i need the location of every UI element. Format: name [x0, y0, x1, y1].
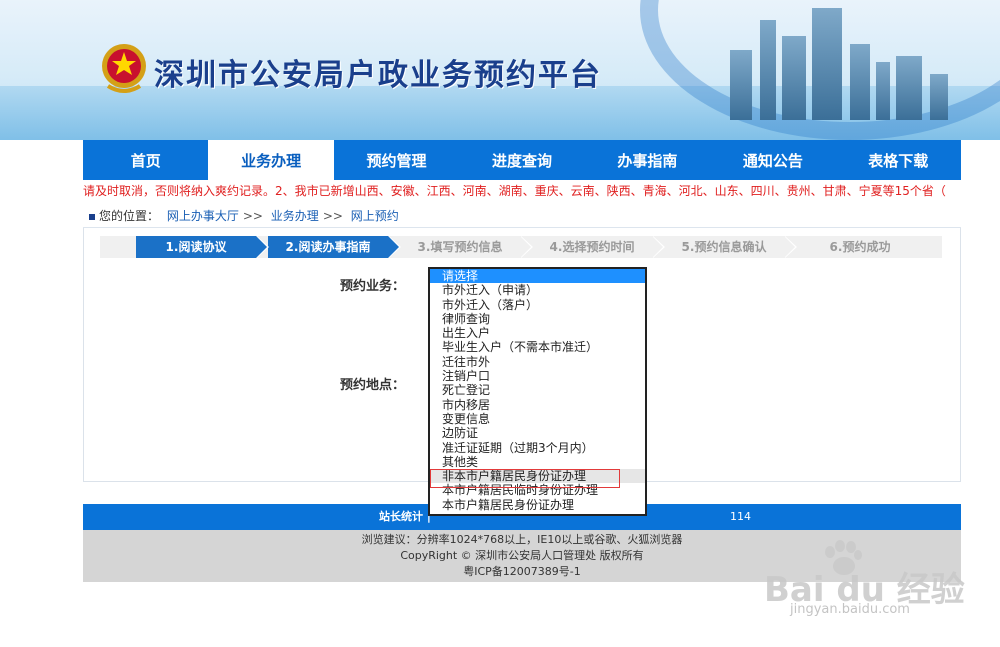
step-4: 4.选择预约时间 — [532, 236, 665, 258]
step-label: 4.选择预约时间 — [549, 240, 635, 254]
step-1: 1.阅读协议 — [136, 236, 269, 258]
select-option[interactable]: 市内移居 — [430, 398, 645, 412]
select-option[interactable]: 注销户口 — [430, 369, 645, 383]
step-label: 1.阅读协议 — [165, 240, 227, 254]
step-label: 6.预约成功 — [829, 240, 891, 254]
step-3: 3.填写预约信息 — [400, 236, 533, 258]
main-nav: 首页 业务办理 预约管理 进度查询 办事指南 通知公告 表格下载 — [83, 140, 961, 180]
notice-marquee: 请及时取消，否则将纳入爽约记录。2、我市已新增山西、安徽、江西、河南、湖南、重庆… — [83, 184, 946, 198]
site-title: 深圳市公安局户政业务预约平台 — [154, 58, 602, 93]
select-option[interactable]: 市外迁入（申请） — [430, 283, 645, 297]
annotation-highlight-box — [430, 469, 620, 488]
step-arrow — [652, 236, 663, 258]
step-arrow — [520, 236, 531, 258]
step-label: 5.预约信息确认 — [681, 240, 767, 254]
business-label: 预约业务： — [340, 279, 406, 294]
select-option[interactable]: 律师查询 — [430, 312, 645, 326]
city-skyline — [690, 0, 1000, 120]
breadcrumb-prefix: 您的位置： — [99, 209, 160, 223]
select-option[interactable]: 准迁证延期（过期3个月内） — [430, 441, 645, 455]
nav-progress[interactable]: 进度查询 — [459, 140, 584, 180]
step-arrow — [388, 236, 399, 258]
breadcrumb-separator: >> — [322, 209, 343, 223]
nav-appointment-manage[interactable]: 预约管理 — [334, 140, 459, 180]
step-arrow — [784, 236, 795, 258]
nav-home[interactable]: 首页 — [83, 140, 208, 180]
breadcrumb: 您的位置： 网上办事大厅 >> 业务办理 >> 网上预约 — [83, 204, 961, 228]
select-option[interactable]: 其他类 — [430, 455, 645, 469]
site-stats-link[interactable]: 站长统计 | — [379, 504, 431, 530]
location-label: 预约地点： — [340, 378, 406, 393]
select-option[interactable]: 本市户籍居民身份证办理 — [430, 498, 645, 512]
select-option[interactable]: 毕业生入户（不需本市准迁） — [430, 340, 645, 354]
police-emblem-icon — [102, 44, 146, 93]
nav-guide[interactable]: 办事指南 — [585, 140, 710, 180]
nav-notice[interactable]: 通知公告 — [710, 140, 835, 180]
step-label: 2.阅读办事指南 — [285, 240, 371, 254]
step-6: 6.预约成功 — [800, 236, 920, 258]
nav-business[interactable]: 业务办理 — [208, 140, 334, 180]
select-option[interactable]: 边防证 — [430, 426, 645, 440]
breadcrumb-online-appointment[interactable]: 网上预约 — [351, 209, 399, 223]
footer-phone-tail: 114 — [730, 510, 751, 523]
select-option[interactable]: 出生入户 — [430, 326, 645, 340]
select-option[interactable]: 迁往市外 — [430, 355, 645, 369]
select-option[interactable]: 死亡登记 — [430, 383, 645, 397]
watermark-url: jingyan.baidu.com — [790, 602, 910, 617]
step-arrow — [256, 236, 267, 258]
step-label: 3.填写预约信息 — [417, 240, 503, 254]
nav-download[interactable]: 表格下载 — [836, 140, 961, 180]
baidu-jingyan-watermark: Bai du 经验 jingyan.baidu.com — [760, 540, 990, 630]
page: 深圳市公安局户政业务预约平台 首页 业务办理 预约管理 进度查询 办事指南 通知… — [0, 0, 1000, 647]
select-option[interactable]: 请选择 — [430, 269, 645, 284]
select-option[interactable]: 变更信息 — [430, 412, 645, 426]
breadcrumb-separator: >> — [242, 209, 263, 223]
select-option[interactable]: 市外迁入（落户） — [430, 298, 645, 312]
step-2: 2.阅读办事指南 — [268, 236, 401, 258]
breadcrumb-business[interactable]: 业务办理 — [271, 209, 319, 223]
step-5: 5.预约信息确认 — [664, 236, 797, 258]
breadcrumb-bullet-icon — [89, 213, 95, 220]
breadcrumb-hall[interactable]: 网上办事大厅 — [167, 209, 239, 223]
header-banner: 深圳市公安局户政业务预约平台 — [0, 0, 1000, 140]
step-progress: 1.阅读协议 2.阅读办事指南 3.填写预约信息 4.选择预约时间 5.预约信息… — [100, 236, 942, 258]
